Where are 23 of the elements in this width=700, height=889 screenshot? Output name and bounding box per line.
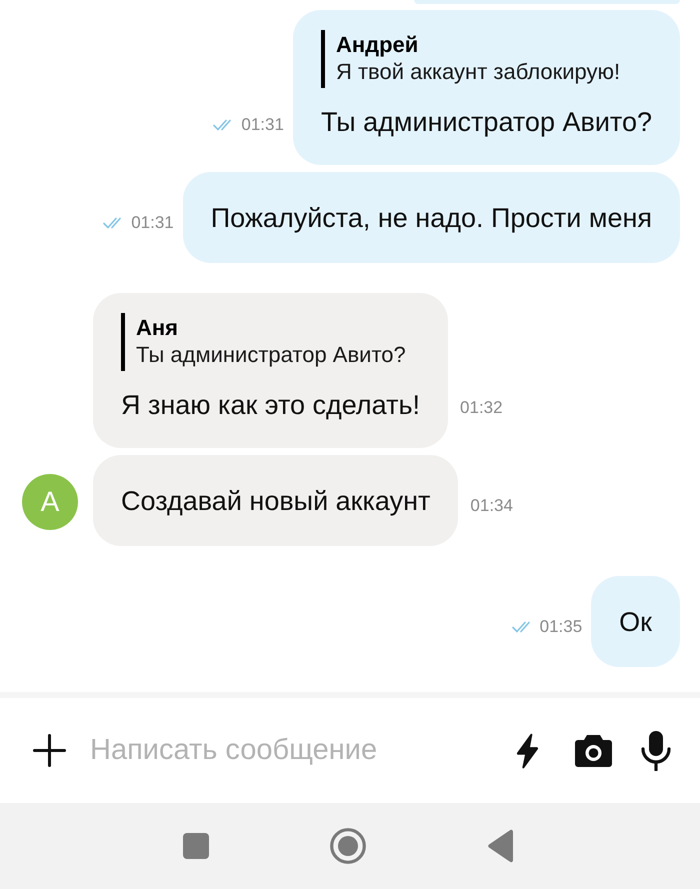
message-time: 01:31 — [241, 115, 284, 135]
message-text: Пожалуйста, не надо. Прости меня — [210, 202, 652, 234]
message-text: Создавай новый аккаунт — [121, 485, 430, 517]
message-text: Я знаю как это сделать! — [121, 389, 420, 421]
message-time: 01:35 — [540, 617, 582, 637]
camera-icon[interactable] — [575, 734, 612, 766]
quoted-message[interactable]: Аня Ты администратор Авито? — [121, 313, 420, 371]
message-time: 01:34 — [470, 496, 513, 516]
quoted-message[interactable]: Андрей Я твой аккаунт заблокирую! — [320, 30, 652, 88]
quote-text: Ты администратор Авито? — [136, 341, 407, 369]
quote-author: Андрей — [336, 32, 420, 58]
message-time: 01:32 — [460, 398, 503, 418]
message-input[interactable]: Написать сообщение — [90, 726, 495, 774]
quote-text: Я твой аккаунт заблокирую! — [336, 58, 622, 86]
back-icon[interactable] — [488, 829, 513, 863]
message-text: Ты администратор Авито? — [320, 106, 652, 138]
lightning-icon[interactable] — [515, 732, 540, 768]
message-time: 01:31 — [131, 213, 174, 233]
quote-author: Аня — [136, 315, 180, 341]
home-icon[interactable] — [330, 828, 366, 864]
plus-icon[interactable] — [33, 734, 66, 767]
microphone-icon[interactable] — [640, 730, 672, 770]
message-text: Ок — [619, 606, 652, 638]
